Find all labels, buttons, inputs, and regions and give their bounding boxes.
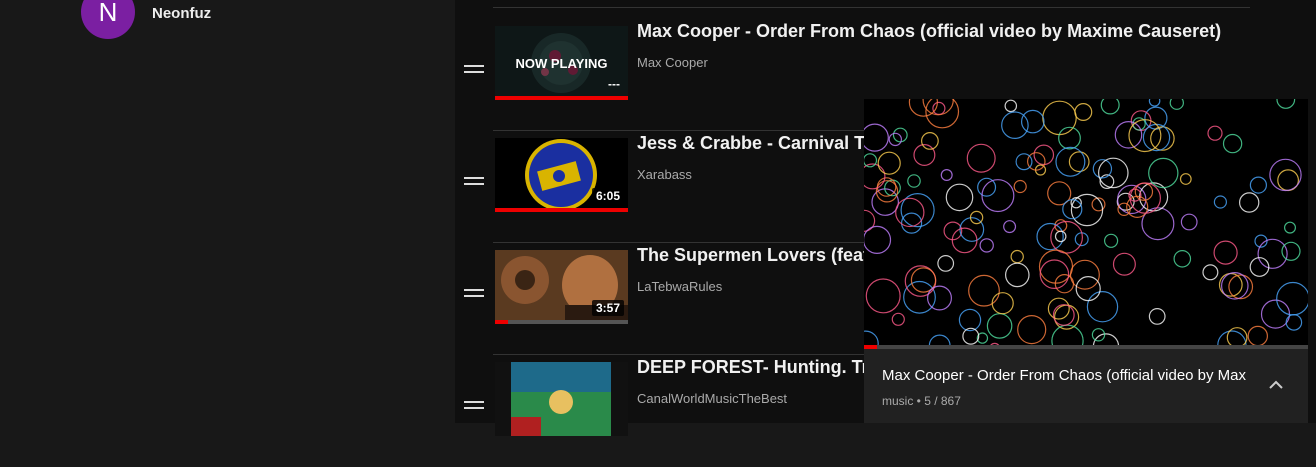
- user-name[interactable]: Neonfuz: [152, 5, 211, 22]
- miniplayer[interactable]: Max Cooper - Order From Chaos (official …: [864, 99, 1308, 423]
- duration-badge: 3:57: [591, 300, 624, 316]
- video-frame: [864, 99, 1308, 349]
- thumbnail[interactable]: 6:05: [495, 138, 628, 212]
- video-title[interactable]: The Supermen Lovers (feat.: [637, 245, 874, 266]
- miniplayer-meta: music • 5 / 867: [882, 394, 961, 408]
- thumbnail[interactable]: NOW PLAYING ---: [495, 26, 628, 100]
- watch-progress-fill: [495, 96, 628, 100]
- sidebar: N Neonfuz: [0, 0, 455, 423]
- watch-progress-fill: [495, 320, 509, 324]
- video-title[interactable]: Jess & Crabbe - Carnival Tim: [637, 133, 886, 154]
- video-title[interactable]: DEEP FOREST- Hunting. Trac: [637, 357, 889, 378]
- watch-progress: [495, 96, 628, 100]
- drag-handle-icon[interactable]: [464, 399, 484, 411]
- drag-handle-icon[interactable]: [464, 287, 484, 299]
- miniplayer-progress-fill: [864, 345, 878, 349]
- duration-badge: 6:05: [591, 188, 624, 204]
- divider: [493, 7, 1250, 8]
- watch-progress: [495, 208, 628, 212]
- channel-name[interactable]: Xarabass: [637, 167, 692, 182]
- thumbnail[interactable]: 3:57: [495, 250, 628, 324]
- thumbnail-image: [495, 362, 628, 436]
- channel-name[interactable]: CanalWorldMusicTheBest: [637, 391, 787, 406]
- channel-name[interactable]: LaTebwaRules: [637, 279, 722, 294]
- video-title[interactable]: Max Cooper - Order From Chaos (official …: [637, 21, 1221, 42]
- drag-handle-icon[interactable]: [464, 63, 484, 75]
- avatar[interactable]: N: [81, 0, 135, 39]
- watch-progress-fill: [495, 208, 628, 212]
- miniplayer-video[interactable]: [864, 99, 1308, 349]
- watch-progress: [495, 320, 628, 324]
- thumbnail[interactable]: [495, 362, 628, 436]
- duration-badge: ---: [608, 77, 620, 91]
- channel-name[interactable]: Max Cooper: [637, 55, 708, 70]
- miniplayer-progress-bar[interactable]: [864, 345, 1308, 349]
- drag-handle-icon[interactable]: [464, 175, 484, 187]
- miniplayer-title[interactable]: Max Cooper - Order From Chaos (official …: [882, 367, 1256, 384]
- chevron-up-icon[interactable]: [1262, 371, 1290, 399]
